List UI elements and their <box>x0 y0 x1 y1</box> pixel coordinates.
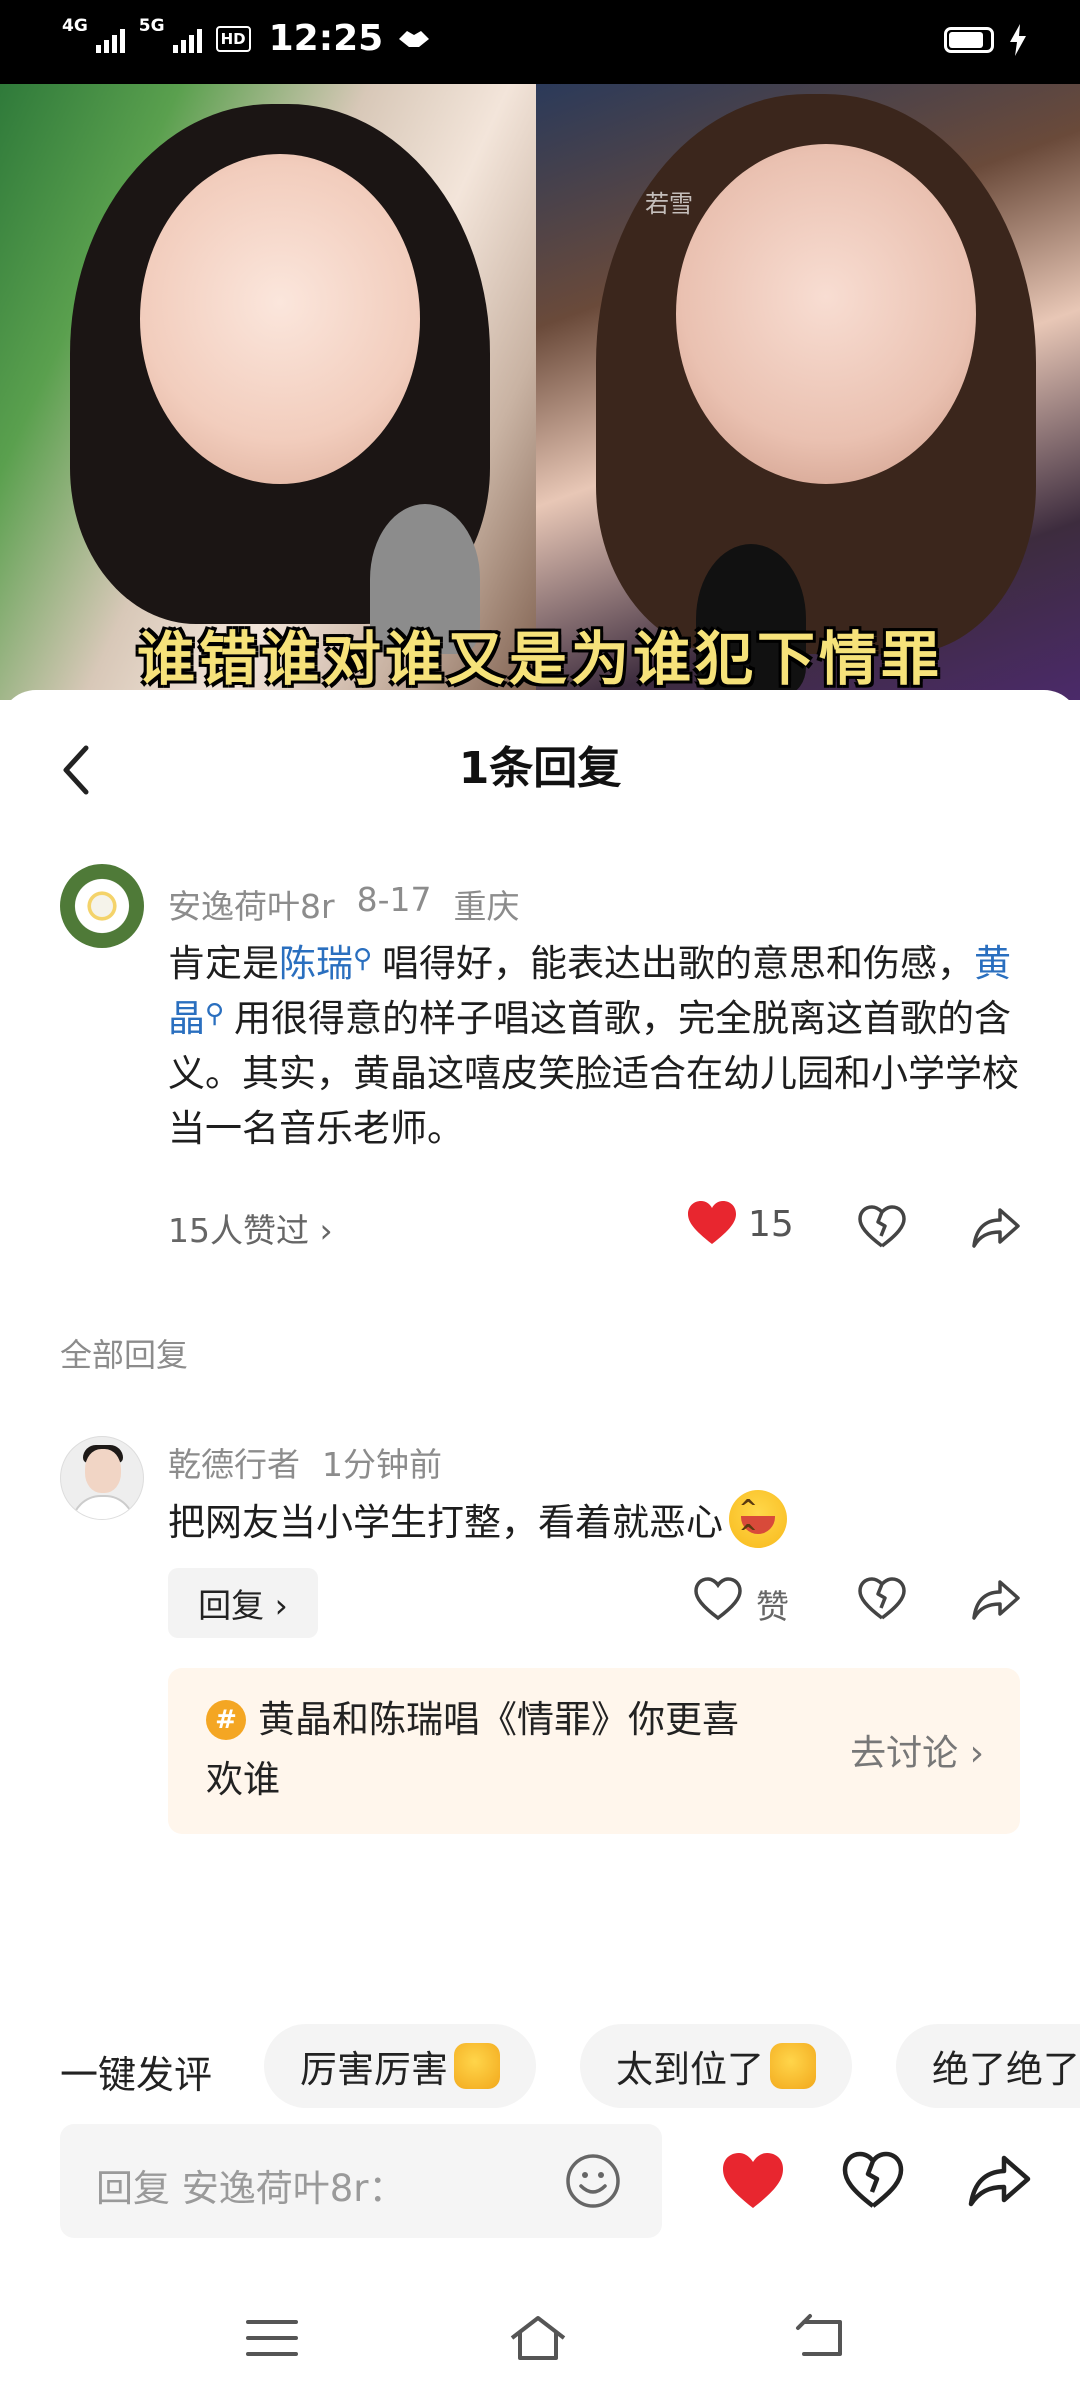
signal-icon-1 <box>95 25 125 53</box>
network-type-2: 5G <box>138 16 165 36</box>
home-icon[interactable] <box>508 2308 568 2368</box>
video-watermark: 若雪 <box>645 190 693 218</box>
reply-input[interactable]: 回复 安逸荷叶8r： <box>60 2124 662 2238</box>
back-nav-icon[interactable] <box>790 2308 850 2368</box>
signal-icon-2 <box>172 25 202 53</box>
video-right-frame <box>536 84 1080 700</box>
charging-icon <box>1010 24 1026 56</box>
status-time: 12:25 <box>268 18 384 59</box>
emoji-smile-icon[interactable] <box>564 2152 622 2210</box>
menu-icon[interactable] <box>242 2308 302 2368</box>
status-left: 4G 5G HD 12:25 <box>62 18 431 59</box>
video-left-frame <box>0 84 536 700</box>
network-type-1: 4G <box>62 16 88 36</box>
video-player[interactable]: 若雪 谁错谁对谁又是为谁犯下情罪 <box>0 84 1080 700</box>
dislike-broken-heart-icon[interactable] <box>838 2146 908 2216</box>
hd-voice-badge: HD <box>215 25 251 52</box>
battery-icon <box>944 27 994 53</box>
reply-input-placeholder: 回复 安逸荷叶8r： <box>96 2167 406 2210</box>
status-right <box>944 24 1028 56</box>
heart-filled-icon[interactable] <box>718 2146 788 2216</box>
system-nav-bar <box>0 2280 1080 2400</box>
video-subtitle: 谁错谁对谁又是为谁犯下情罪 <box>136 625 943 693</box>
status-bar: 4G 5G HD 12:25 <box>0 0 1080 84</box>
handshake-icon <box>399 30 430 47</box>
share-icon[interactable] <box>964 2146 1034 2216</box>
